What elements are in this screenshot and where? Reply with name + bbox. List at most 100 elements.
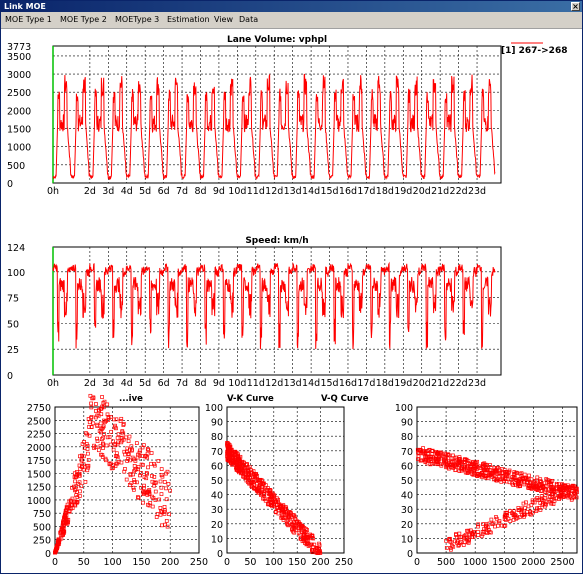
menu-moe-type-2[interactable]: MOE Type 2 [60, 15, 107, 24]
x-tick-label: 6d [158, 378, 170, 389]
x-tick-label: 11d [247, 378, 265, 389]
scatter-point [543, 493, 548, 497]
menu-data[interactable]: Data [239, 15, 258, 24]
y-tick-label: 90 [211, 418, 223, 429]
x-tick-label: 500 [437, 557, 455, 568]
x-tick-label: 2d [84, 378, 96, 389]
speed-chart: Speed: km/h 124 100 75 50 25 0 0h 2d 3d 4d 5d 6d 7d 8d… [7, 236, 502, 389]
scatter-point [79, 484, 84, 489]
scatter-point [96, 448, 101, 453]
x-tick-label: 16d [339, 186, 357, 197]
scatter-point [124, 477, 129, 482]
scatter-point [87, 420, 92, 425]
y-tick-label: 50 [401, 476, 413, 487]
y-tick-label: 0 [407, 549, 413, 560]
x-tick-label: 22d [450, 378, 468, 389]
x-tick-label: 22d [450, 186, 468, 197]
y-tick-label: 20 [401, 520, 413, 531]
x-tick-label: 13d [284, 378, 302, 389]
x-tick-label: 150 [132, 557, 150, 568]
y-tick-label: 1500 [27, 469, 51, 480]
scatter-point [522, 472, 527, 477]
menu-view[interactable]: View [214, 15, 233, 24]
x-tick-label: 10d [228, 186, 246, 197]
scatter-point [457, 531, 462, 536]
moe-plot-canvas: Lane Volume: vphpl3773350030002500200015… [7, 35, 579, 568]
x-tick-label: 8d [194, 186, 206, 197]
x-tick-label: 17d [357, 186, 375, 197]
link-moe-window: Link MOE × MOE Type 1 MOE Type 2 MOEType… [0, 0, 583, 574]
x-tick-label: 100 [265, 557, 283, 568]
y-tick-label: 1750 [27, 456, 51, 467]
scatter-point [149, 451, 154, 455]
x-tick-label: 3d [102, 378, 114, 389]
x-tick-label: 0 [414, 557, 420, 568]
v-q-curve-chart: 10090807060504030201000 500 1000 1500 2000 25… [321, 394, 579, 568]
y-tick-label: 3500 [7, 52, 31, 63]
x-tick-label: 2000 [521, 557, 545, 568]
scatter-point [91, 421, 96, 426]
y-tick-label: 10 [401, 534, 413, 545]
y-tick-label: 0 [7, 179, 13, 190]
x-tick-label: 21d [431, 186, 449, 197]
x-tick-label: 18d [376, 378, 394, 389]
v-k-curve-chart: 10090807060504030201000 50 100 150 200 250V-K… [205, 394, 353, 568]
y-tick-label: 40 [401, 491, 413, 502]
x-tick-label: 4d [121, 378, 133, 389]
y-tick-label: 500 [33, 522, 51, 533]
x-tick-label: 13d [284, 186, 302, 197]
lane-volume-chart: Lane Volume: vphpl3773350030002500200015… [7, 35, 502, 197]
x-tick-label: 7d [176, 186, 188, 197]
x-tick-label: 50 [78, 557, 90, 568]
x-tick-label: 50 [244, 557, 256, 568]
scatter-point [479, 534, 484, 539]
scatter-point [116, 432, 121, 437]
menu-estimation[interactable]: Estimation [167, 15, 210, 24]
y-tick-label: 1500 [7, 125, 31, 136]
scatter-point [126, 439, 131, 444]
close-icon[interactable]: × [571, 2, 580, 11]
scatter-point [159, 492, 164, 496]
scatter-point [94, 402, 98, 406]
y-tick-label: 1000 [7, 143, 31, 154]
x-tick-label: 2d [84, 186, 96, 197]
scatter-point [153, 489, 158, 494]
y-tick-label: 10 [211, 534, 223, 545]
scatter-point [489, 517, 494, 522]
scatter-point [146, 465, 150, 470]
y-tick-label: 75 [7, 294, 19, 305]
scatter-point [86, 451, 90, 456]
y-tick-label: 100 [395, 403, 413, 414]
scatter-point [444, 546, 449, 550]
scatter-point [158, 506, 163, 510]
x-tick-label: 10d [228, 378, 246, 389]
x-tick-label: 9d [213, 378, 225, 389]
y-tick-label: 70 [401, 447, 413, 458]
y-tick-label: 2500 [7, 88, 31, 99]
y-tick-label: 2000 [27, 443, 51, 454]
y-tick-label: 70 [211, 447, 223, 458]
scatter-point [159, 467, 164, 471]
scatter-point [100, 395, 104, 399]
scatter-point [78, 489, 82, 494]
scatter-point [119, 460, 124, 465]
scatter-point [141, 500, 145, 505]
y-tick-label: 50 [211, 476, 223, 487]
scatter-point [109, 429, 114, 434]
scatter-point [535, 475, 540, 480]
chart-title: V-Q Curve [321, 394, 369, 404]
y-tick-label: 2000 [7, 106, 31, 117]
x-tick-label: 12d [265, 378, 283, 389]
y-tick-label: 0 [217, 549, 223, 560]
x-tick-label: 9d [213, 186, 225, 197]
scatter-point [164, 486, 168, 491]
x-tick-label: 250 [190, 557, 208, 568]
menu-moe-type-3[interactable]: MOEType 3 [115, 15, 159, 24]
x-tick-label: 15d [320, 186, 338, 197]
scatter-point [154, 515, 159, 519]
scatter-point [162, 480, 167, 484]
x-tick-label: 250 [335, 557, 353, 568]
scatter-point [538, 508, 543, 512]
y-tick-label: 500 [7, 161, 25, 172]
menu-moe-type-1[interactable]: MOE Type 1 [5, 15, 52, 24]
